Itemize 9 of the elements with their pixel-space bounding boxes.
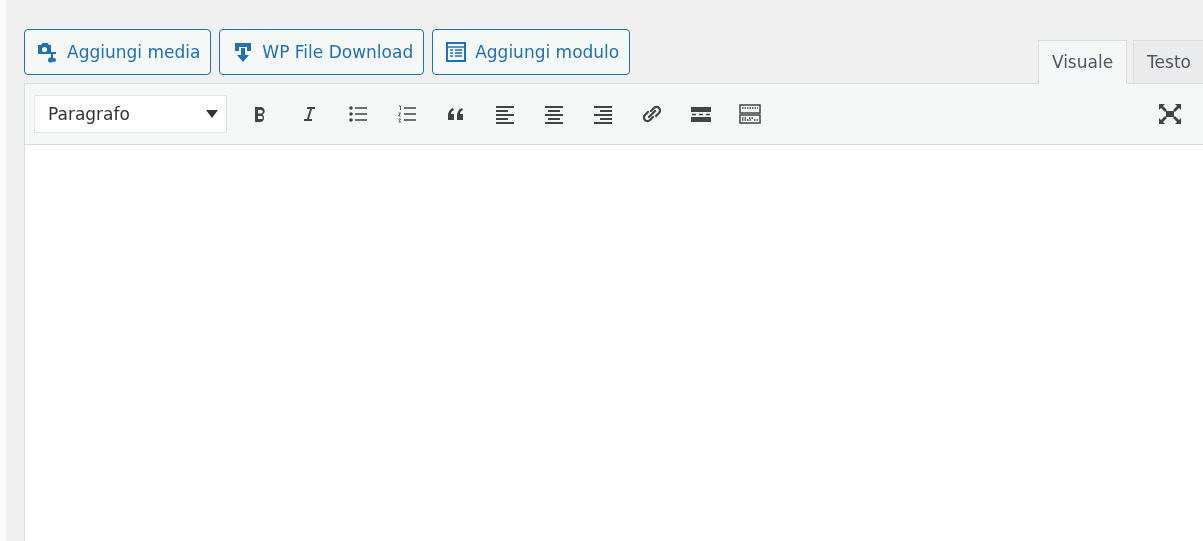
editor-tab[interactable]: Testo	[1133, 40, 1203, 84]
add-media-button[interactable]: Aggiungi media	[24, 29, 212, 75]
caret-icon	[206, 110, 218, 118]
format-select[interactable]: Paragrafo	[34, 95, 227, 133]
camera-music-icon	[37, 41, 59, 63]
form-icon	[445, 41, 468, 63]
add-form-button[interactable]: Aggiungi modulo	[432, 29, 631, 75]
editor-tab[interactable]: Visuale	[1037, 40, 1128, 84]
file-download-button[interactable]: WP File Download	[219, 29, 425, 75]
